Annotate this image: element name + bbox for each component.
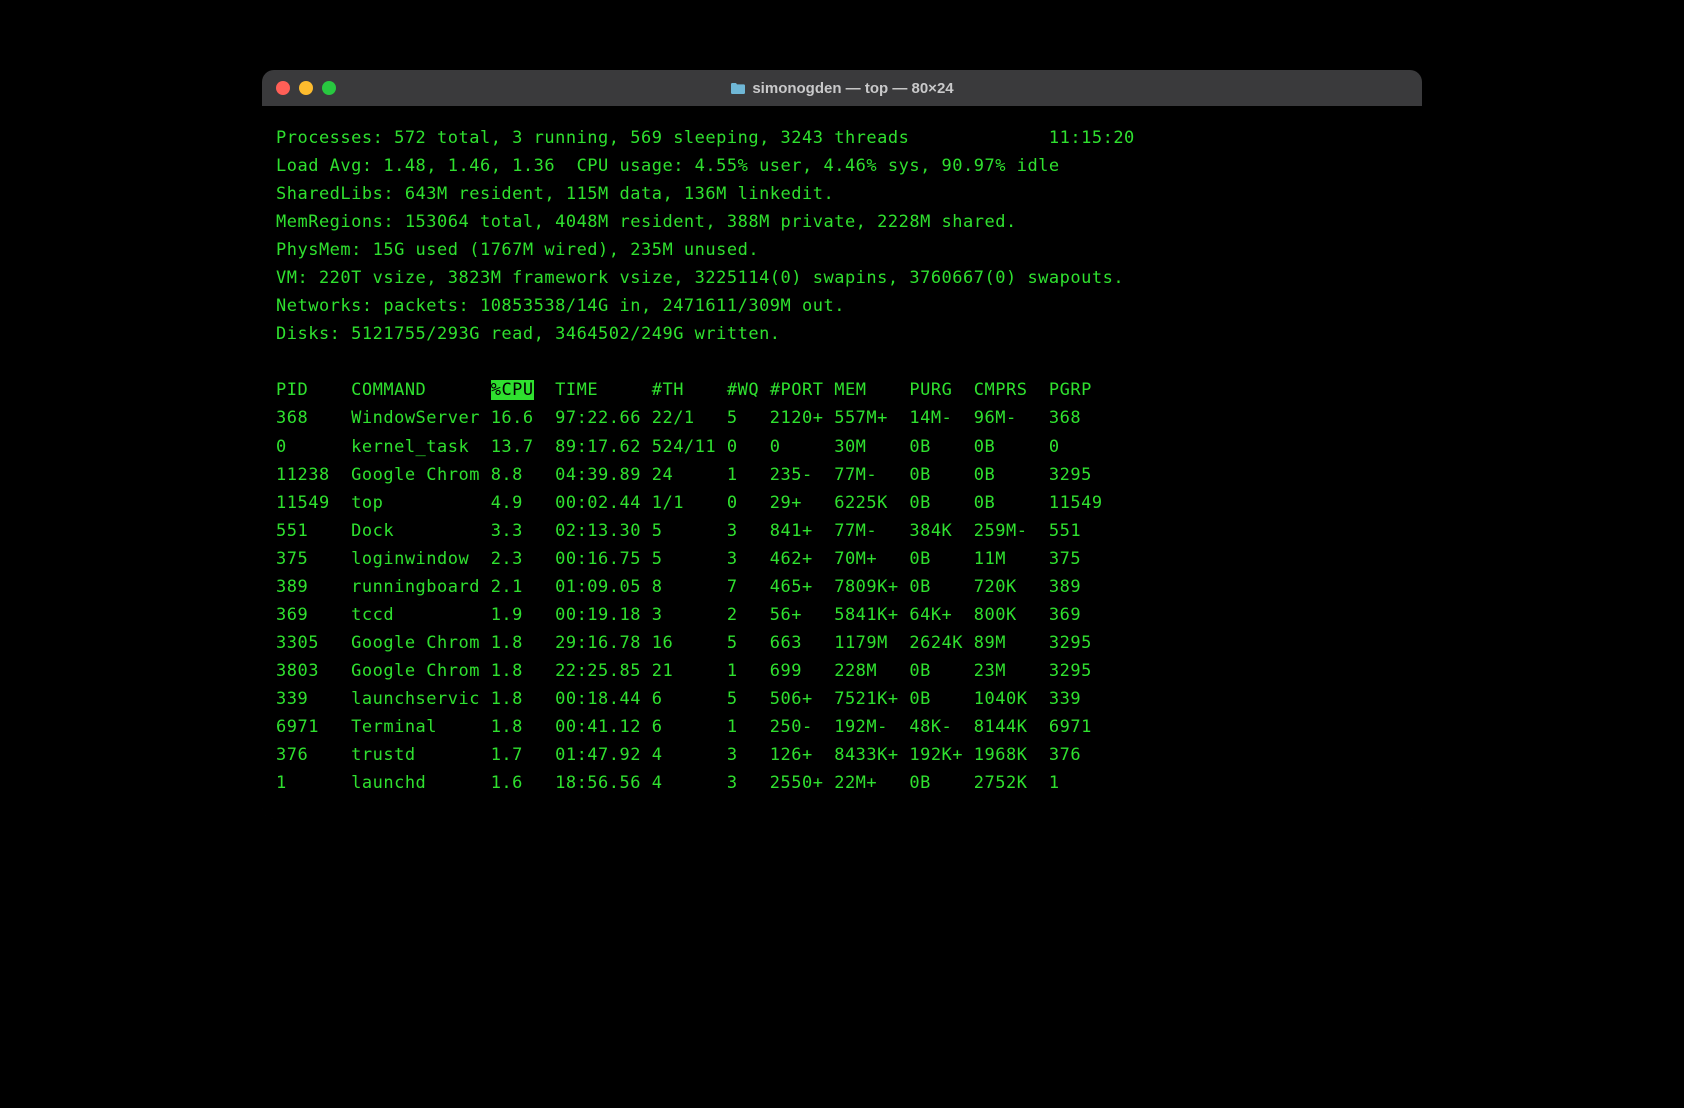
terminal-window: simonogden — top — 80×24 Processes: 572 … — [262, 70, 1422, 819]
folder-icon — [730, 82, 746, 95]
zoom-button[interactable] — [322, 81, 336, 95]
window-title-wrap: simonogden — top — 80×24 — [262, 80, 1422, 97]
minimize-button[interactable] — [299, 81, 313, 95]
terminal-output[interactable]: Processes: 572 total, 3 running, 569 sle… — [262, 106, 1422, 819]
close-button[interactable] — [276, 81, 290, 95]
window-title: simonogden — top — 80×24 — [752, 80, 953, 97]
traffic-lights — [276, 81, 336, 95]
window-titlebar[interactable]: simonogden — top — 80×24 — [262, 70, 1422, 106]
